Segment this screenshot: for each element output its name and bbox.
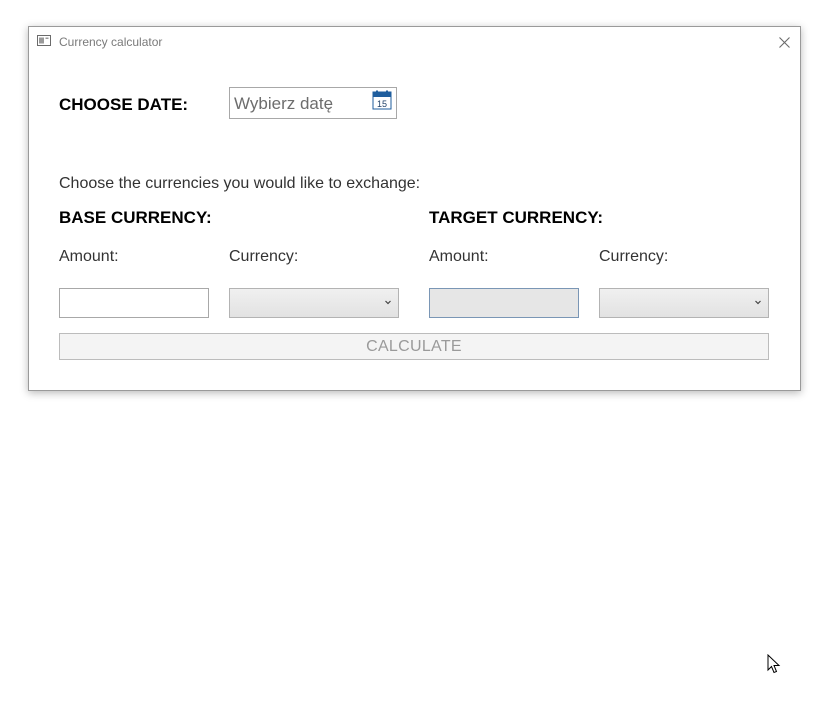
- title-bar: Currency calculator: [29, 27, 800, 57]
- calculate-button[interactable]: CALCULATE: [59, 333, 769, 360]
- target-amount-output: [429, 288, 579, 318]
- base-currency-heading: BASE CURRENCY:: [59, 208, 212, 227]
- calendar-icon[interactable]: 15: [372, 90, 392, 110]
- date-picker[interactable]: Wybierz datę 15: [229, 87, 397, 119]
- base-currency-select[interactable]: [229, 288, 399, 318]
- target-amount-label: Amount:: [429, 248, 489, 265]
- base-amount-label: Amount:: [59, 248, 119, 265]
- close-icon: [778, 36, 790, 48]
- window-app-icon: [37, 35, 51, 46]
- calculate-button-label: CALCULATE: [366, 337, 462, 355]
- chevron-down-icon: [385, 300, 391, 305]
- calendar-day-text: 15: [377, 99, 387, 109]
- window-title: Currency calculator: [59, 35, 163, 49]
- base-currency-label: Currency:: [229, 248, 299, 265]
- close-button[interactable]: [768, 27, 800, 57]
- chevron-down-icon: [755, 300, 761, 305]
- currency-calculator-window: Currency calculator CHOOSE DATE: Wybierz…: [28, 26, 801, 391]
- target-currency-select[interactable]: [599, 288, 769, 318]
- mouse-cursor-icon: [767, 654, 781, 674]
- target-currency-heading: TARGET CURRENCY:: [429, 208, 604, 227]
- date-placeholder[interactable]: Wybierz datę: [234, 94, 333, 114]
- base-amount-input[interactable]: [59, 288, 209, 318]
- target-currency-label: Currency:: [599, 248, 669, 265]
- instructions-text: Choose the currencies you would like to …: [59, 175, 421, 192]
- desktop: Currency calculator CHOOSE DATE: Wybierz…: [0, 0, 829, 706]
- choose-date-label: CHOOSE DATE:: [59, 95, 189, 114]
